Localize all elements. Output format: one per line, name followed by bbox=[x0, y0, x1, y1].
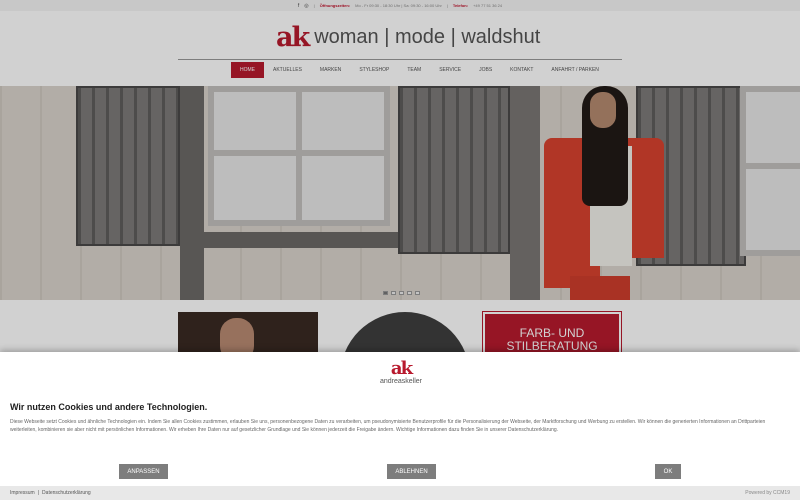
cookie-logo-mark: ak bbox=[390, 358, 413, 379]
powered-by[interactable]: Powered by CCM19 bbox=[745, 490, 790, 496]
cookie-title: Wir nutzen Cookies und andere Technologi… bbox=[10, 402, 208, 412]
cookie-logo: ak andreaskeller bbox=[376, 360, 426, 386]
footer-separator: | bbox=[37, 490, 40, 496]
cookie-logo-name: andreaskeller bbox=[379, 378, 423, 385]
cookie-footer: Impressum | Datenschutzerklärung Powered… bbox=[0, 486, 800, 500]
accept-button[interactable]: OK bbox=[655, 464, 681, 479]
cookie-banner: ak andreaskeller Wir nutzen Cookies und … bbox=[0, 352, 800, 486]
imprint-link[interactable]: Impressum bbox=[10, 490, 35, 496]
privacy-link[interactable]: Datenschutzerklärung bbox=[42, 490, 91, 496]
customize-button[interactable]: ANPASSEN bbox=[119, 464, 168, 479]
cookie-text: Diese Webseite setzt Cookies und ähnlich… bbox=[10, 419, 766, 433]
reject-button[interactable]: ABLEHNEN bbox=[387, 464, 436, 479]
page-overlay bbox=[0, 0, 800, 352]
